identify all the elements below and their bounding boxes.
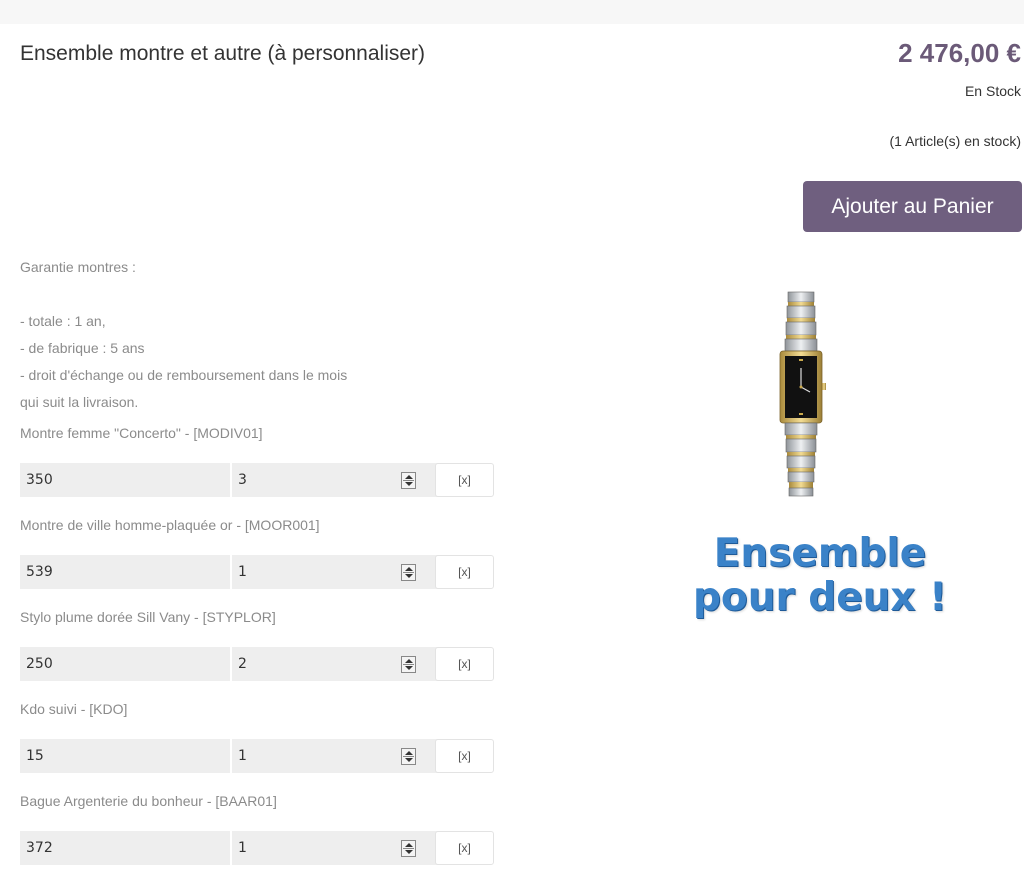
stepper-up-icon[interactable] <box>405 475 413 479</box>
remove-item-button[interactable]: [x] <box>435 739 494 773</box>
product-description: Garantie montres : - totale : 1 an, - de… <box>20 254 490 416</box>
stepper-up-icon[interactable] <box>405 659 413 663</box>
product-title: Ensemble montre et autre (à personnalise… <box>20 42 426 65</box>
stepper-up-icon[interactable] <box>405 751 413 755</box>
stepper-down-icon[interactable] <box>405 574 413 578</box>
stepper-down-icon[interactable] <box>405 482 413 486</box>
item-label: Montre de ville homme-plaquée or - [MOOR… <box>20 517 320 533</box>
item-label: Montre femme "Concerto" - [MODIV01] <box>20 425 263 441</box>
product-price: 2 476,00 € <box>898 38 1021 68</box>
remove-item-button[interactable]: [x] <box>435 463 494 497</box>
item-value-field[interactable]: 350 <box>20 463 230 497</box>
item-value-field[interactable]: 15 <box>20 739 230 773</box>
item-quantity-field[interactable]: 3 <box>232 463 450 497</box>
description-line: - droit d'échange ou de remboursement da… <box>20 367 348 383</box>
item-value-field[interactable]: 250 <box>20 647 230 681</box>
promo-text-image: Ensemble pour deux ! <box>660 532 980 620</box>
item-quantity-field[interactable]: 1 <box>232 831 450 865</box>
quantity-stepper[interactable] <box>401 472 416 489</box>
remove-item-button[interactable]: [x] <box>435 555 494 589</box>
top-bar <box>0 0 1024 24</box>
description-line: - totale : 1 an, <box>20 313 106 329</box>
item-quantity-field[interactable]: 2 <box>232 647 450 681</box>
item-quantity-field[interactable]: 1 <box>232 555 450 589</box>
stock-status: En Stock <box>964 83 1021 99</box>
stepper-up-icon[interactable] <box>405 567 413 571</box>
item-label: Stylo plume dorée Sill Vany - [STYPLOR] <box>20 609 276 625</box>
description-line: Garantie montres : <box>20 259 136 275</box>
remove-item-button[interactable]: [x] <box>435 831 494 865</box>
watch-image <box>779 291 826 497</box>
item-label: Bague Argenterie du bonheur - [BAAR01] <box>20 793 277 809</box>
item-quantity-field[interactable]: 1 <box>232 739 450 773</box>
description-line: qui suit la livraison. <box>20 394 139 410</box>
promo-line: pour deux ! <box>693 575 947 620</box>
promo-line: Ensemble <box>713 531 927 576</box>
item-value-field[interactable]: 372 <box>20 831 230 865</box>
add-to-cart-button[interactable]: Ajouter au Panier <box>803 181 1022 232</box>
quantity-stepper[interactable] <box>401 564 416 581</box>
remove-item-button[interactable]: [x] <box>435 647 494 681</box>
quantity-stepper[interactable] <box>401 840 416 857</box>
stepper-down-icon[interactable] <box>405 850 413 854</box>
quantity-stepper[interactable] <box>401 748 416 765</box>
stepper-up-icon[interactable] <box>405 843 413 847</box>
quantity-stepper[interactable] <box>401 656 416 673</box>
description-line: - de fabrique : 5 ans <box>20 340 145 356</box>
stepper-down-icon[interactable] <box>405 666 413 670</box>
item-value-field[interactable]: 539 <box>20 555 230 589</box>
stepper-down-icon[interactable] <box>405 758 413 762</box>
item-label: Kdo suivi - [KDO] <box>20 701 128 717</box>
stock-count: (1 Article(s) en stock) <box>889 133 1021 149</box>
